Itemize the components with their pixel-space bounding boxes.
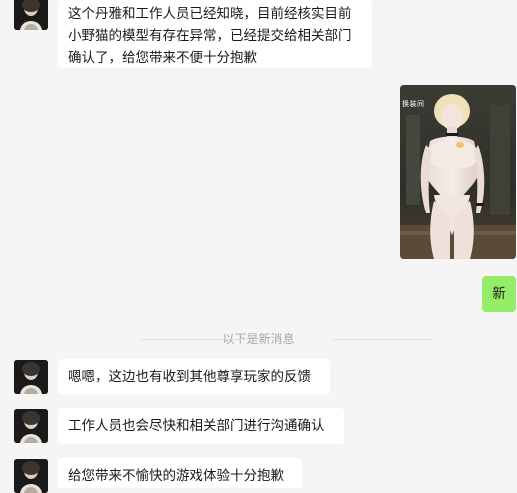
message-text-line: 小野猫的模型有存在异常，已经提交给相关部门	[68, 28, 352, 44]
character-avatar-icon	[14, 360, 48, 394]
message-text: 新	[492, 286, 506, 302]
incoming-message-bubble[interactable]: 嗯嗯，这边也有收到其他尊享玩家的反馈	[58, 359, 330, 395]
incoming-message-bubble[interactable]: 给您带来不愉快的游戏体验十分抱歉	[58, 458, 302, 488]
outgoing-message-bubble[interactable]: 新	[482, 276, 516, 312]
message-text: 嗯嗯，这边也有收到其他尊享玩家的反馈	[68, 369, 311, 385]
character-avatar-icon	[14, 409, 48, 443]
message-text-line: 这个丹雅和工作人员已经知晓，目前经核实目前	[68, 6, 352, 22]
message-text-line: 确认了，给您带来不便十分抱歉	[68, 50, 257, 66]
avatar[interactable]	[14, 0, 48, 30]
image-caption: 换装间	[402, 100, 425, 108]
divider-text: 以下是新消息	[222, 332, 295, 346]
avatar[interactable]	[14, 409, 48, 443]
outgoing-image-message[interactable]: 换装间	[400, 85, 516, 259]
character-avatar-icon	[14, 0, 48, 30]
new-messages-divider: 以下是新消息	[0, 330, 517, 348]
message-text: 给您带来不愉快的游戏体验十分抱歉	[68, 468, 284, 484]
message-text: 工作人员也会尽快和相关部门进行沟通确认	[68, 418, 325, 434]
incoming-message-bubble[interactable]: 这个丹雅和工作人员已经知晓，目前经核实目前 小野猫的模型有存在异常，已经提交给相…	[58, 0, 372, 68]
incoming-message-bubble[interactable]: 工作人员也会尽快和相关部门进行沟通确认	[58, 408, 344, 444]
character-screenshot-image	[400, 85, 516, 259]
avatar[interactable]	[14, 360, 48, 394]
